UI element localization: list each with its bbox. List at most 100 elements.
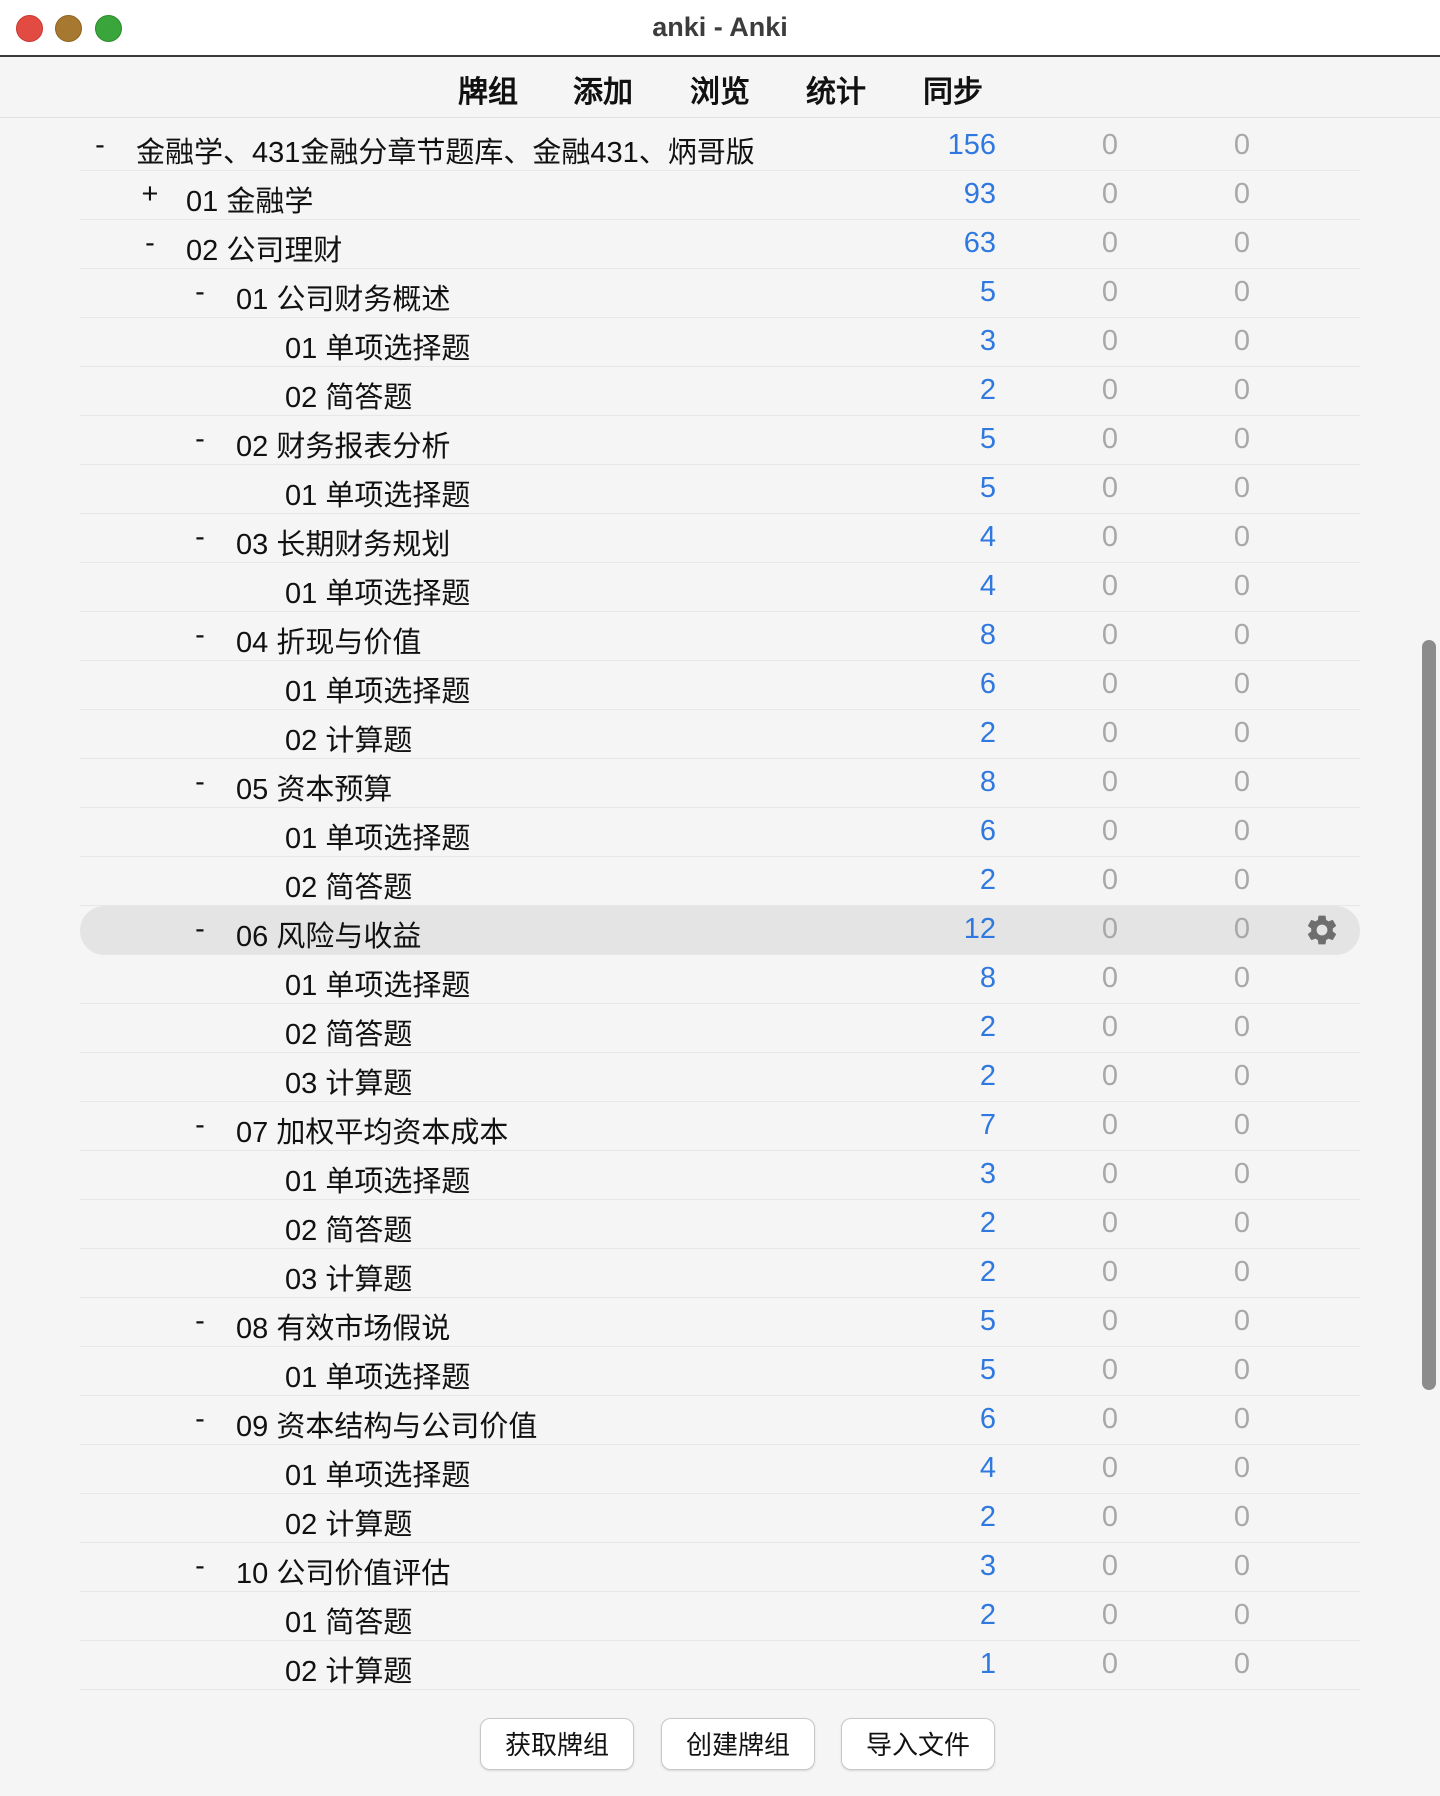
deck-expand-toggle[interactable]: - xyxy=(188,276,212,309)
deck-expand-toggle[interactable]: - xyxy=(188,1550,212,1583)
deck-row[interactable]: -07 加权平均资本成本 7 0 0 xyxy=(80,1102,1360,1151)
deck-name[interactable]: 06 风险与收益 xyxy=(236,913,421,955)
deck-row[interactable]: -09 资本结构与公司价值 6 0 0 xyxy=(80,1396,1360,1445)
deck-row[interactable]: 02 计算题 1 0 0 xyxy=(80,1641,1360,1690)
deck-row[interactable]: 01 单项选择题 8 0 0 xyxy=(80,955,1360,1004)
deck-name[interactable]: 01 单项选择题 xyxy=(285,1354,470,1396)
deck-learn-count: 0 xyxy=(1233,374,1251,406)
deck-due-count: 8 xyxy=(979,619,996,651)
get-shared-decks-button[interactable]: 获取牌组 xyxy=(480,1718,634,1770)
deck-row[interactable]: -03 长期财务规划 4 0 0 xyxy=(80,514,1360,563)
deck-expand-toggle[interactable]: + xyxy=(138,178,162,211)
deck-row[interactable]: 02 简答题 2 0 0 xyxy=(80,367,1360,416)
deck-name[interactable]: 10 公司价值评估 xyxy=(236,1550,450,1592)
deck-row[interactable]: -04 折现与价值 8 0 0 xyxy=(80,612,1360,661)
deck-due-count: 5 xyxy=(979,472,996,504)
deck-row[interactable]: 03 计算题 2 0 0 xyxy=(80,1249,1360,1298)
deck-row[interactable]: 01 单项选择题 4 0 0 xyxy=(80,563,1360,612)
deck-name[interactable]: 04 折现与价值 xyxy=(236,619,421,661)
deck-name[interactable]: 01 单项选择题 xyxy=(285,962,470,1004)
deck-row[interactable]: +01 金融学 93 0 0 xyxy=(80,171,1360,220)
deck-row[interactable]: 01 单项选择题 5 0 0 xyxy=(80,1347,1360,1396)
deck-new-count: 0 xyxy=(1101,619,1119,651)
toolbar-decks-link[interactable]: 牌组 xyxy=(458,67,518,111)
deck-row[interactable]: - 金融学、431金融分章节题库、金融431、炳哥版 156 0 0 xyxy=(80,122,1360,171)
deck-row[interactable]: 02 简答题 2 0 0 xyxy=(80,1004,1360,1053)
deck-row[interactable]: 01 单项选择题 3 0 0 xyxy=(80,1151,1360,1200)
deck-expand-toggle[interactable]: - xyxy=(188,423,212,456)
deck-row[interactable]: 03 计算题 2 0 0 xyxy=(80,1053,1360,1102)
deck-name[interactable]: 08 有效市场假说 xyxy=(236,1305,450,1347)
deck-learn-count: 0 xyxy=(1233,962,1251,994)
deck-learn-count: 0 xyxy=(1233,766,1251,798)
deck-name[interactable]: 02 简答题 xyxy=(285,1011,412,1053)
deck-name[interactable]: 02 简答题 xyxy=(285,864,412,906)
vertical-scrollbar[interactable] xyxy=(1422,640,1436,1390)
deck-learn-count: 0 xyxy=(1233,276,1251,308)
deck-name[interactable]: 01 单项选择题 xyxy=(285,325,470,367)
deck-name[interactable]: 09 资本结构与公司价值 xyxy=(236,1403,537,1445)
deck-expand-toggle[interactable]: - xyxy=(188,521,212,554)
deck-name[interactable]: 02 计算题 xyxy=(285,1648,412,1690)
deck-expand-toggle[interactable]: - xyxy=(188,766,212,799)
deck-name[interactable]: 01 单项选择题 xyxy=(285,472,470,514)
deck-row[interactable]: 02 简答题 2 0 0 xyxy=(80,1200,1360,1249)
deck-row[interactable]: 01 单项选择题 4 0 0 xyxy=(80,1445,1360,1494)
deck-expand-toggle[interactable]: - xyxy=(188,1305,212,1338)
deck-row[interactable]: -06 风险与收益 12 0 0 xyxy=(80,906,1360,955)
deck-name[interactable]: 03 长期财务规划 xyxy=(236,521,450,563)
deck-due-count: 93 xyxy=(963,178,996,210)
deck-expand-toggle[interactable]: - xyxy=(188,1109,212,1142)
deck-new-count: 0 xyxy=(1101,325,1119,357)
gear-icon[interactable] xyxy=(1304,912,1340,948)
deck-learn-count: 0 xyxy=(1233,1256,1251,1288)
toolbar-add-link[interactable]: 添加 xyxy=(573,67,633,111)
deck-row[interactable]: 01 简答题 2 0 0 xyxy=(80,1592,1360,1641)
deck-name[interactable]: 01 单项选择题 xyxy=(285,1452,470,1494)
deck-name[interactable]: 02 公司理财 xyxy=(186,227,342,269)
deck-row[interactable]: -02 财务报表分析 5 0 0 xyxy=(80,416,1360,465)
deck-name[interactable]: 02 简答题 xyxy=(285,374,412,416)
deck-name[interactable]: 01 公司财务概述 xyxy=(236,276,450,318)
deck-row[interactable]: 01 单项选择题 6 0 0 xyxy=(80,661,1360,710)
toolbar-stats-link[interactable]: 统计 xyxy=(806,67,866,111)
deck-name[interactable]: 01 简答题 xyxy=(285,1599,412,1641)
deck-name[interactable]: 02 简答题 xyxy=(285,1207,412,1249)
deck-row[interactable]: 01 单项选择题 6 0 0 xyxy=(80,808,1360,857)
deck-name[interactable]: 02 财务报表分析 xyxy=(236,423,450,465)
deck-name[interactable]: 03 计算题 xyxy=(285,1256,412,1298)
deck-name[interactable]: 03 计算题 xyxy=(285,1060,412,1102)
deck-name[interactable]: 02 计算题 xyxy=(285,1501,412,1543)
deck-row[interactable]: -10 公司价值评估 3 0 0 xyxy=(80,1543,1360,1592)
deck-expand-toggle[interactable]: - xyxy=(188,913,212,946)
toolbar-sync-link[interactable]: 同步 xyxy=(923,67,983,111)
deck-row[interactable]: 02 计算题 2 0 0 xyxy=(80,1494,1360,1543)
deck-row[interactable]: -02 公司理财 63 0 0 xyxy=(80,220,1360,269)
deck-expand-toggle[interactable]: - xyxy=(188,619,212,652)
deck-expand-toggle[interactable]: - xyxy=(138,227,162,260)
deck-row[interactable]: 01 单项选择题 5 0 0 xyxy=(80,465,1360,514)
toolbar-browse-link[interactable]: 浏览 xyxy=(690,67,750,111)
deck-expand-toggle[interactable]: - xyxy=(188,1403,212,1436)
create-deck-button[interactable]: 创建牌组 xyxy=(661,1718,815,1770)
deck-row[interactable]: 02 计算题 2 0 0 xyxy=(80,710,1360,759)
deck-expand-toggle[interactable]: - xyxy=(88,129,112,162)
deck-row[interactable]: -05 资本预算 8 0 0 xyxy=(80,759,1360,808)
deck-row[interactable]: 01 单项选择题 3 0 0 xyxy=(80,318,1360,367)
import-file-button[interactable]: 导入文件 xyxy=(841,1718,995,1770)
deck-due-count: 2 xyxy=(979,1011,996,1043)
deck-name[interactable]: 01 单项选择题 xyxy=(285,668,470,710)
deck-row[interactable]: -08 有效市场假说 5 0 0 xyxy=(80,1298,1360,1347)
deck-name[interactable]: 01 单项选择题 xyxy=(285,815,470,857)
deck-learn-count: 0 xyxy=(1233,1599,1251,1631)
deck-name[interactable]: 01 单项选择题 xyxy=(285,570,470,612)
deck-learn-count: 0 xyxy=(1233,1158,1251,1190)
deck-name[interactable]: 02 计算题 xyxy=(285,717,412,759)
deck-row[interactable]: -01 公司财务概述 5 0 0 xyxy=(80,269,1360,318)
deck-name[interactable]: 01 金融学 xyxy=(186,178,313,220)
deck-name[interactable]: 07 加权平均资本成本 xyxy=(236,1109,508,1151)
deck-name[interactable]: 01 单项选择题 xyxy=(285,1158,470,1200)
deck-name[interactable]: 金融学、431金融分章节题库、金融431、炳哥版 xyxy=(136,129,755,171)
deck-name[interactable]: 05 资本预算 xyxy=(236,766,392,808)
deck-row[interactable]: 02 简答题 2 0 0 xyxy=(80,857,1360,906)
